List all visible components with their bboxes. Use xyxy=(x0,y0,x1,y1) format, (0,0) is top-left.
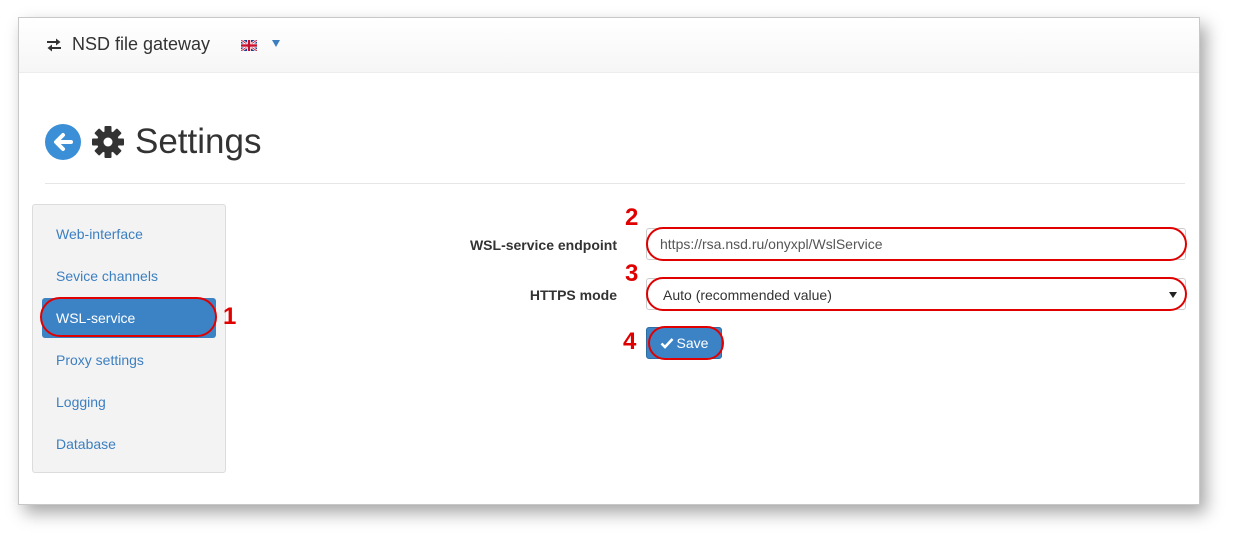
annotation-highlight xyxy=(646,227,1187,261)
sidebar-item-proxy-settings[interactable]: Proxy settings xyxy=(42,340,216,380)
sidebar-item-logging[interactable]: Logging xyxy=(42,382,216,422)
annotation-highlight xyxy=(646,277,1187,311)
sidebar-item-web-interface[interactable]: Web-interface xyxy=(42,214,216,254)
annotation-number: 3 xyxy=(625,260,639,287)
back-button[interactable] xyxy=(45,124,81,160)
exchange-arrows-icon xyxy=(47,38,61,51)
app-window: NSD file gateway Settings Web-interface … xyxy=(18,17,1200,505)
annotation-number: 1 xyxy=(223,303,237,330)
caret-down-icon[interactable] xyxy=(271,38,281,48)
endpoint-label: WSL-service endpoint xyxy=(469,237,617,253)
brand-title: NSD file gateway xyxy=(72,34,211,54)
gear-icon xyxy=(92,126,124,158)
annotation-highlight xyxy=(648,326,724,360)
heading-divider xyxy=(45,183,1185,184)
page-title: Settings xyxy=(135,122,262,161)
annotation-number: 4 xyxy=(623,328,637,355)
top-navbar: NSD file gateway xyxy=(19,18,1199,73)
uk-flag-icon[interactable] xyxy=(241,40,257,51)
sidebar-item-database[interactable]: Database xyxy=(42,424,216,464)
sidebar-item-service-channels[interactable]: Sevice channels xyxy=(42,256,216,296)
settings-sidebar: Web-interface Sevice channels WSL-servic… xyxy=(32,204,226,473)
annotation-highlight xyxy=(40,297,217,337)
https-mode-label: HTTPS mode xyxy=(529,287,617,303)
arrow-left-icon xyxy=(54,133,73,151)
annotation-number: 2 xyxy=(625,204,639,231)
brand[interactable]: NSD file gateway xyxy=(45,34,210,55)
page-heading: Settings xyxy=(45,122,261,162)
